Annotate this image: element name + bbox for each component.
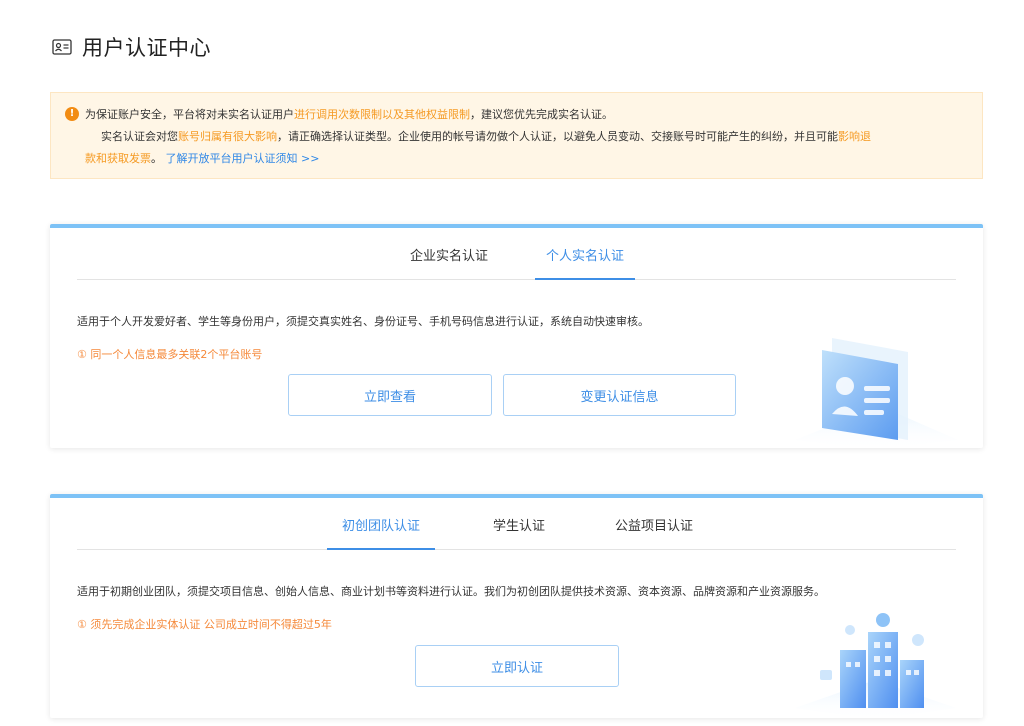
personal-auth-tip: ① 同一个人信息最多关联2个平台账号	[77, 348, 263, 361]
tab-public-welfare-auth[interactable]: 公益项目认证	[604, 510, 704, 550]
page-header: 用户认证中心	[52, 33, 211, 61]
notice-highlight: 进行调用次数限制以及其他权益限制	[294, 108, 470, 121]
tab-student-auth[interactable]: 学生认证	[481, 510, 557, 550]
tab-startup-team-auth[interactable]: 初创团队认证	[327, 510, 435, 550]
warning-circle-icon: !	[65, 107, 79, 121]
view-now-button[interactable]: 立即查看	[288, 374, 492, 416]
notice-line-2: 实名认证会对您账号归属有很大影响，请正确选择认证类型。企业使用的帐号请勿做个人认…	[65, 126, 968, 148]
notice-banner: ! 为保证账户安全，平台将对未实名认证用户进行调用次数限制以及其他权益限制，建议…	[50, 92, 983, 179]
notice-text: 。	[151, 152, 162, 165]
id-card-illustration-icon	[795, 338, 958, 450]
startup-building-illustration-icon	[795, 613, 956, 720]
notice-text: ，请正确选择认证类型。企业使用的帐号请勿做个人认证，以避免人员变动、交接账号时可…	[277, 130, 838, 143]
tab-enterprise-auth[interactable]: 企业实名认证	[403, 240, 495, 280]
change-auth-info-button[interactable]: 变更认证信息	[503, 374, 736, 416]
real-name-tabs: 企业实名认证 个人实名认证	[77, 240, 956, 280]
personal-auth-description: 适用于个人开发爱好者、学生等身份用户，须提交真实姓名、身份证号、手机号码信息进行…	[77, 315, 649, 328]
notice-text: ，建议您优先完成实名认证。	[470, 108, 613, 121]
id-card-icon	[52, 39, 72, 55]
notice-line-1: 为保证账户安全，平台将对未实名认证用户进行调用次数限制以及其他权益限制，建议您优…	[65, 104, 968, 126]
auth-notice-link[interactable]: 了解开放平台用户认证须知 >>	[166, 152, 320, 165]
page-title: 用户认证中心	[82, 36, 211, 60]
startup-auth-tip: ① 须先完成企业实体认证 公司成立时间不得超过5年	[77, 618, 332, 631]
notice-text: 实名认证会对您	[101, 130, 178, 143]
special-auth-card: 初创团队认证 学生认证 公益项目认证 适用于初期创业团队，须提交项目信息、创始人…	[50, 494, 983, 720]
real-name-auth-card: 企业实名认证 个人实名认证 适用于个人开发爱好者、学生等身份用户，须提交真实姓名…	[50, 224, 983, 450]
notice-highlight: 款和获取发票	[85, 152, 151, 165]
notice-highlight: 影响退	[838, 130, 871, 143]
notice-line-3: 款和获取发票。 了解开放平台用户认证须知 >>	[65, 148, 968, 170]
notice-text: 为保证账户安全，平台将对未实名认证用户	[85, 108, 294, 121]
tab-personal-auth[interactable]: 个人实名认证	[535, 240, 635, 280]
special-auth-tabs: 初创团队认证 学生认证 公益项目认证	[77, 510, 956, 550]
startup-auth-description: 适用于初期创业团队，须提交项目信息、创始人信息、商业计划书等资料进行认证。我们为…	[77, 585, 825, 598]
notice-highlight: 账号归属有很大影响	[178, 130, 277, 143]
certify-now-button[interactable]: 立即认证	[415, 645, 619, 687]
